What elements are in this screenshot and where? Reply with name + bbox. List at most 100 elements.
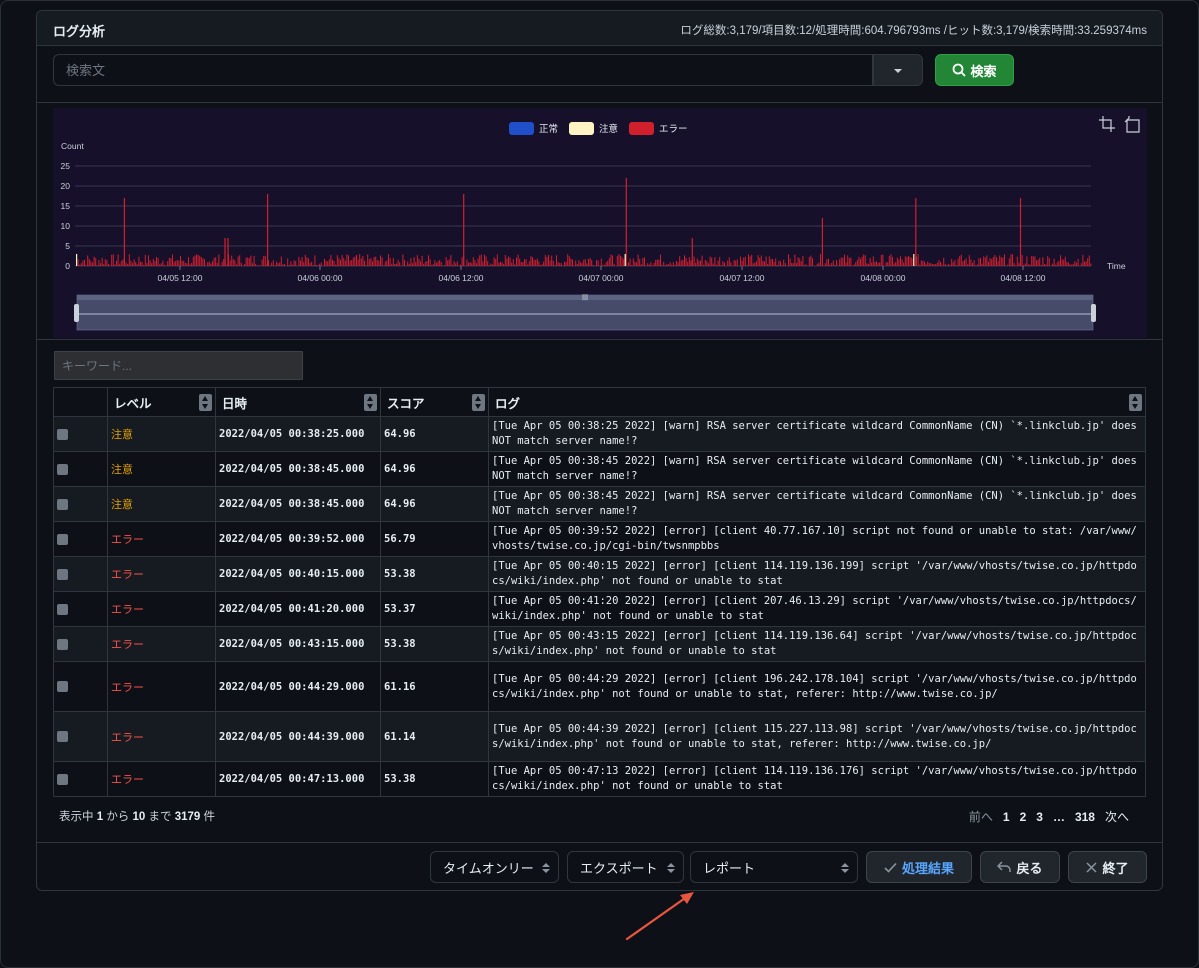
zoom-area-icon[interactable] [1099,116,1115,132]
col-date[interactable]: 日時 [215,387,381,417]
pager-page-3[interactable]: 3 [1031,810,1048,824]
x-tick-label: 04/08 12:00 [1001,273,1046,283]
annotation-arrow [625,892,694,941]
chart-bar [340,260,341,266]
row-checkbox[interactable] [57,428,68,440]
chart-bar [893,263,895,266]
row-checkbox[interactable] [57,681,68,693]
y-tick-label: 15 [61,201,71,211]
chart-bar [487,261,489,266]
pager-page-2[interactable]: 2 [1015,810,1032,824]
table-row[interactable]: 注意 2022/04/05 00:38:45.000 64.96 [Tue Apr 0… [53,451,1146,487]
chart-bar [581,263,583,266]
chart-bar [511,262,513,266]
zoom-reset-icon[interactable] [1124,116,1140,133]
chart-bar [336,255,338,266]
timeonly-select[interactable]: タイムオンリー [430,851,559,883]
exit-button-label: 終了 [1102,860,1129,876]
row-checkbox[interactable] [57,603,68,615]
back-button[interactable]: 戻る [980,851,1060,883]
chart-bar [789,258,791,266]
table-row[interactable]: エラー 2022/04/05 00:40:15.000 53.38 [Tue Apr … [53,556,1146,592]
sort-icon[interactable] [472,394,485,411]
chart-bar [746,265,748,266]
export-select[interactable]: エクスポート [567,851,684,883]
chart-bar [490,263,492,266]
chart-bar [650,262,652,266]
exit-button[interactable]: 終了 [1068,851,1147,883]
pager-prev[interactable]: 前へ [964,808,998,825]
table-row[interactable]: エラー 2022/04/05 00:41:20.000 53.37 [Tue Apr … [53,591,1146,627]
chart-bar [616,255,618,266]
chart-bar [120,261,122,266]
chart-bar [876,261,877,266]
row-select-cell [53,556,108,592]
chart-bar [714,257,716,266]
pager-page-318[interactable]: 318 [1070,810,1100,824]
pager-next[interactable]: 次へ [1100,808,1134,825]
chart-bar [146,263,148,266]
chart-bar [842,257,844,266]
row-checkbox[interactable] [57,638,68,650]
row-checkbox[interactable] [57,731,68,743]
result-button[interactable]: 処理結果 [866,851,972,883]
chart-bar [1077,258,1079,266]
chart-bar [828,258,829,266]
chart-bar [500,261,501,266]
svg-text:|||: ||| [582,294,588,301]
chart-bar [920,260,922,266]
table-row[interactable]: エラー 2022/04/05 00:39:52.000 56.79 [Tue Apr … [53,521,1146,557]
chart-bar [836,260,837,266]
chart-bar [764,261,765,266]
chart-bar [332,259,333,266]
chart-bar [1024,263,1026,266]
chart-bar [791,263,793,266]
sort-icon[interactable] [199,394,212,411]
chart-bar-warn [913,254,915,266]
chart-bar [885,262,887,266]
table-row[interactable]: 注意 2022/04/05 00:38:25.000 64.96 [Tue Apr 0… [53,416,1146,452]
row-checkbox[interactable] [57,773,68,785]
col-log[interactable]: ログ [488,387,1146,417]
search-button[interactable]: 検索 [935,54,1014,86]
pager-page-1[interactable]: 1 [998,810,1015,824]
chart-bar [720,265,722,266]
slider-right-handle[interactable] [1091,304,1096,322]
keyword-filter-input[interactable] [54,351,303,380]
report-select[interactable]: レポート [690,851,858,883]
table-row[interactable]: エラー 2022/04/05 00:44:39.000 61.14 [Tue Apr … [53,711,1146,762]
chart-bar [676,261,677,266]
chart-bar [391,264,393,266]
log-histogram-chart[interactable]: 正常 注意 エラー Count Time 0 5 10 15 20 25 04/05 12:0… [53,108,1147,338]
sort-icon[interactable] [1129,394,1142,411]
chart-bar [562,265,564,266]
table-row[interactable]: エラー 2022/04/05 00:43:15.000 53.38 [Tue Apr … [53,626,1146,662]
chart-bar [303,261,305,266]
col-score[interactable]: スコア [380,387,489,417]
datazoom-slider[interactable]: ||| [74,294,1096,331]
chart-bar [245,257,247,266]
select-arrows-icon [841,861,849,875]
table-row[interactable]: 注意 2022/04/05 00:38:45.000 64.96 [Tue Apr 0… [53,486,1146,522]
chart-bar [687,261,689,266]
sort-icon[interactable] [364,394,377,411]
chart-bar [1010,254,1012,266]
row-checkbox[interactable] [57,463,68,475]
chart-bar [1052,263,1053,266]
chart-bar [1004,254,1005,266]
table-row[interactable]: エラー 2022/04/05 00:44:29.000 61.16 [Tue Apr … [53,661,1146,712]
col-level[interactable]: レベル [107,387,216,417]
row-checkbox[interactable] [57,568,68,580]
search-input[interactable] [53,54,873,86]
chart-bar [199,255,201,266]
row-select-cell [53,711,108,762]
search-history-dropdown[interactable] [873,54,923,86]
row-checkbox[interactable] [57,533,68,545]
table-row[interactable]: エラー 2022/04/05 00:47:13.000 53.38 [Tue Apr … [53,761,1146,797]
chart-bar [682,259,684,266]
chart-bar [344,260,346,266]
slider-left-handle[interactable] [74,304,79,322]
chart-bar [976,264,978,266]
row-checkbox[interactable] [57,498,68,510]
chart-bar [956,265,957,266]
